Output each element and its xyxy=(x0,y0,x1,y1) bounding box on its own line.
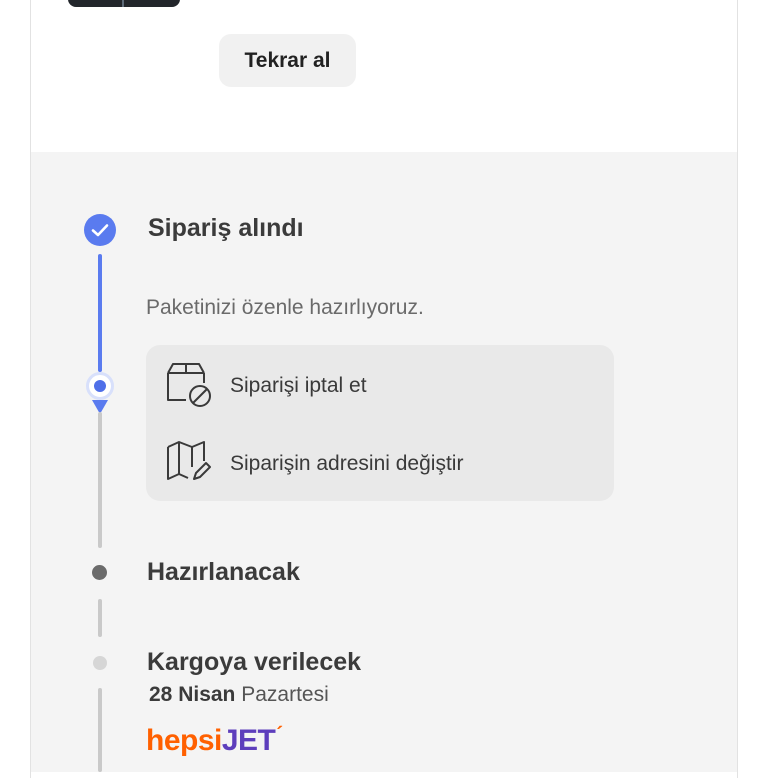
check-icon xyxy=(84,214,116,246)
map-edit-icon xyxy=(164,437,212,490)
step-title-received: Sipariş alındı xyxy=(148,214,304,242)
order-actions-box: Siparişi iptal et Siparişin adresini değ… xyxy=(146,345,614,501)
carrier-logo-part2: JET xyxy=(221,724,276,757)
timeline-line-segment xyxy=(98,599,102,637)
product-thumbnail[interactable] xyxy=(68,0,180,7)
change-address-action[interactable]: Siparişin adresini değiştir xyxy=(164,437,463,490)
step-dot-shipping xyxy=(93,656,107,670)
carrier-logo-mark: ´ xyxy=(276,724,283,746)
reorder-button[interactable]: Tekrar al xyxy=(219,34,356,87)
step-description: Paketinizi özenle hazırlıyoruz. xyxy=(146,296,424,319)
carrier-logo: hepsiJET´ xyxy=(146,724,283,758)
product-image-detail xyxy=(122,0,124,7)
step-title-preparing: Hazırlanacak xyxy=(147,558,300,586)
cancel-order-label: Siparişi iptal et xyxy=(230,373,367,397)
change-address-label: Siparişin adresini değiştir xyxy=(230,451,464,475)
estimated-date: 28 Nisan Pazartesi xyxy=(149,683,329,707)
current-step-marker xyxy=(86,372,114,400)
timeline-progress-line xyxy=(98,254,102,372)
cancel-order-action[interactable]: Siparişi iptal et xyxy=(164,359,367,412)
estimated-date-day: 28 Nisan xyxy=(149,683,236,706)
timeline-line-segment xyxy=(98,688,102,772)
step-dot-preparing xyxy=(92,565,107,580)
current-step-dot xyxy=(94,380,106,392)
box-cancel-icon xyxy=(164,359,212,412)
carrier-logo-part1: hepsi xyxy=(146,724,222,757)
step-title-shipping: Kargoya verilecek xyxy=(147,648,362,676)
timeline-line-segment xyxy=(98,412,102,548)
estimated-date-weekday: Pazartesi xyxy=(241,683,329,706)
